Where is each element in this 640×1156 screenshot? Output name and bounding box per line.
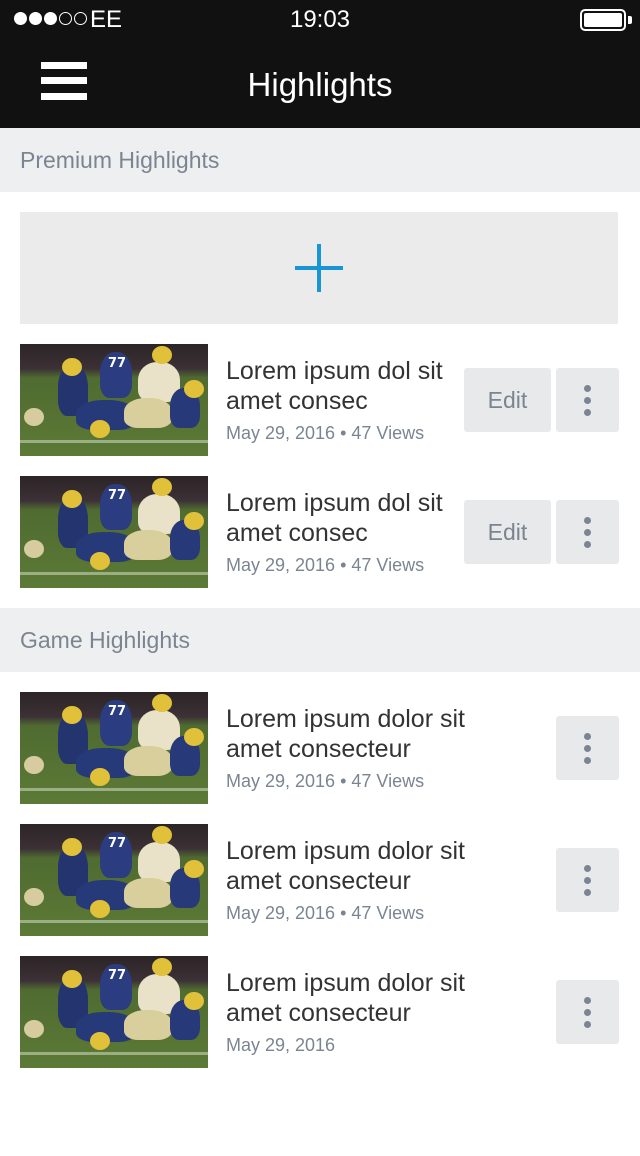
item-title: Lorem ipsum dolor sit amet consecteur	[226, 969, 465, 1027]
item-title: Lorem ipsum dol sit amet consec	[226, 489, 443, 547]
jersey-number: 77	[108, 488, 127, 503]
jersey-number: 77	[108, 704, 127, 719]
section-header-premium: Premium Highlights	[0, 128, 640, 192]
highlight-thumbnail[interactable]: 77	[20, 824, 208, 936]
more-options-button[interactable]	[556, 368, 619, 432]
item-title: Lorem ipsum dolor sit amet consecteur	[226, 837, 465, 895]
highlight-thumbnail[interactable]: 77	[20, 956, 208, 1068]
item-meta: May 29, 2016 • 47 Views	[226, 423, 425, 443]
item-title: Lorem ipsum dolor sit amet consecteur	[226, 705, 465, 763]
plus-icon	[295, 244, 343, 292]
battery-tip	[628, 16, 632, 24]
list-item[interactable]: 77 Lorem ipsum dol sit amet consec May 2…	[0, 476, 640, 588]
jersey-number: 77	[108, 968, 127, 983]
more-options-button[interactable]	[556, 980, 619, 1044]
list-item[interactable]: 77 Lorem ipsum dolor sit amet consecteur…	[0, 824, 640, 936]
more-options-button[interactable]	[556, 716, 619, 780]
highlight-thumbnail[interactable]: 77	[20, 692, 208, 804]
more-options-button[interactable]	[556, 500, 619, 564]
list-item[interactable]: 77 Lorem ipsum dolor sit amet consecteur…	[0, 956, 640, 1068]
jersey-number: 77	[108, 356, 127, 371]
more-options-button[interactable]	[556, 848, 619, 912]
jersey-number: 77	[108, 836, 127, 851]
page-title: Highlights	[247, 66, 393, 103]
item-meta: May 29, 2016 • 47 Views	[226, 903, 425, 923]
item-meta: May 29, 2016 • 47 Views	[226, 771, 425, 791]
edit-button[interactable]: Edit	[464, 368, 551, 432]
vertical-ellipsis-icon	[584, 517, 591, 524]
vertical-ellipsis-icon	[584, 733, 591, 740]
status-time: 19:03	[289, 6, 351, 33]
list-item[interactable]: 77 Lorem ipsum dolor sit amet consecteur…	[0, 692, 640, 804]
vertical-ellipsis-icon	[584, 865, 591, 872]
highlight-thumbnail[interactable]: 77	[20, 476, 208, 588]
list-item[interactable]: 77 Lorem ipsum dol sit amet consec May 2…	[0, 344, 640, 456]
section-header-game: Game Highlights	[0, 608, 640, 672]
vertical-ellipsis-icon	[584, 385, 591, 392]
edit-button[interactable]: Edit	[464, 500, 551, 564]
nav-bar: Highlights	[0, 40, 640, 128]
highlight-thumbnail[interactable]: 77	[20, 344, 208, 456]
item-meta: May 29, 2016	[226, 1035, 336, 1055]
item-title: Lorem ipsum dol sit amet consec	[226, 357, 443, 415]
status-bar: EE 19:03	[0, 0, 640, 40]
battery-icon	[580, 9, 626, 31]
item-meta: May 29, 2016 • 47 Views	[226, 555, 425, 575]
vertical-ellipsis-icon	[584, 997, 591, 1004]
add-highlight-button[interactable]	[20, 212, 618, 324]
